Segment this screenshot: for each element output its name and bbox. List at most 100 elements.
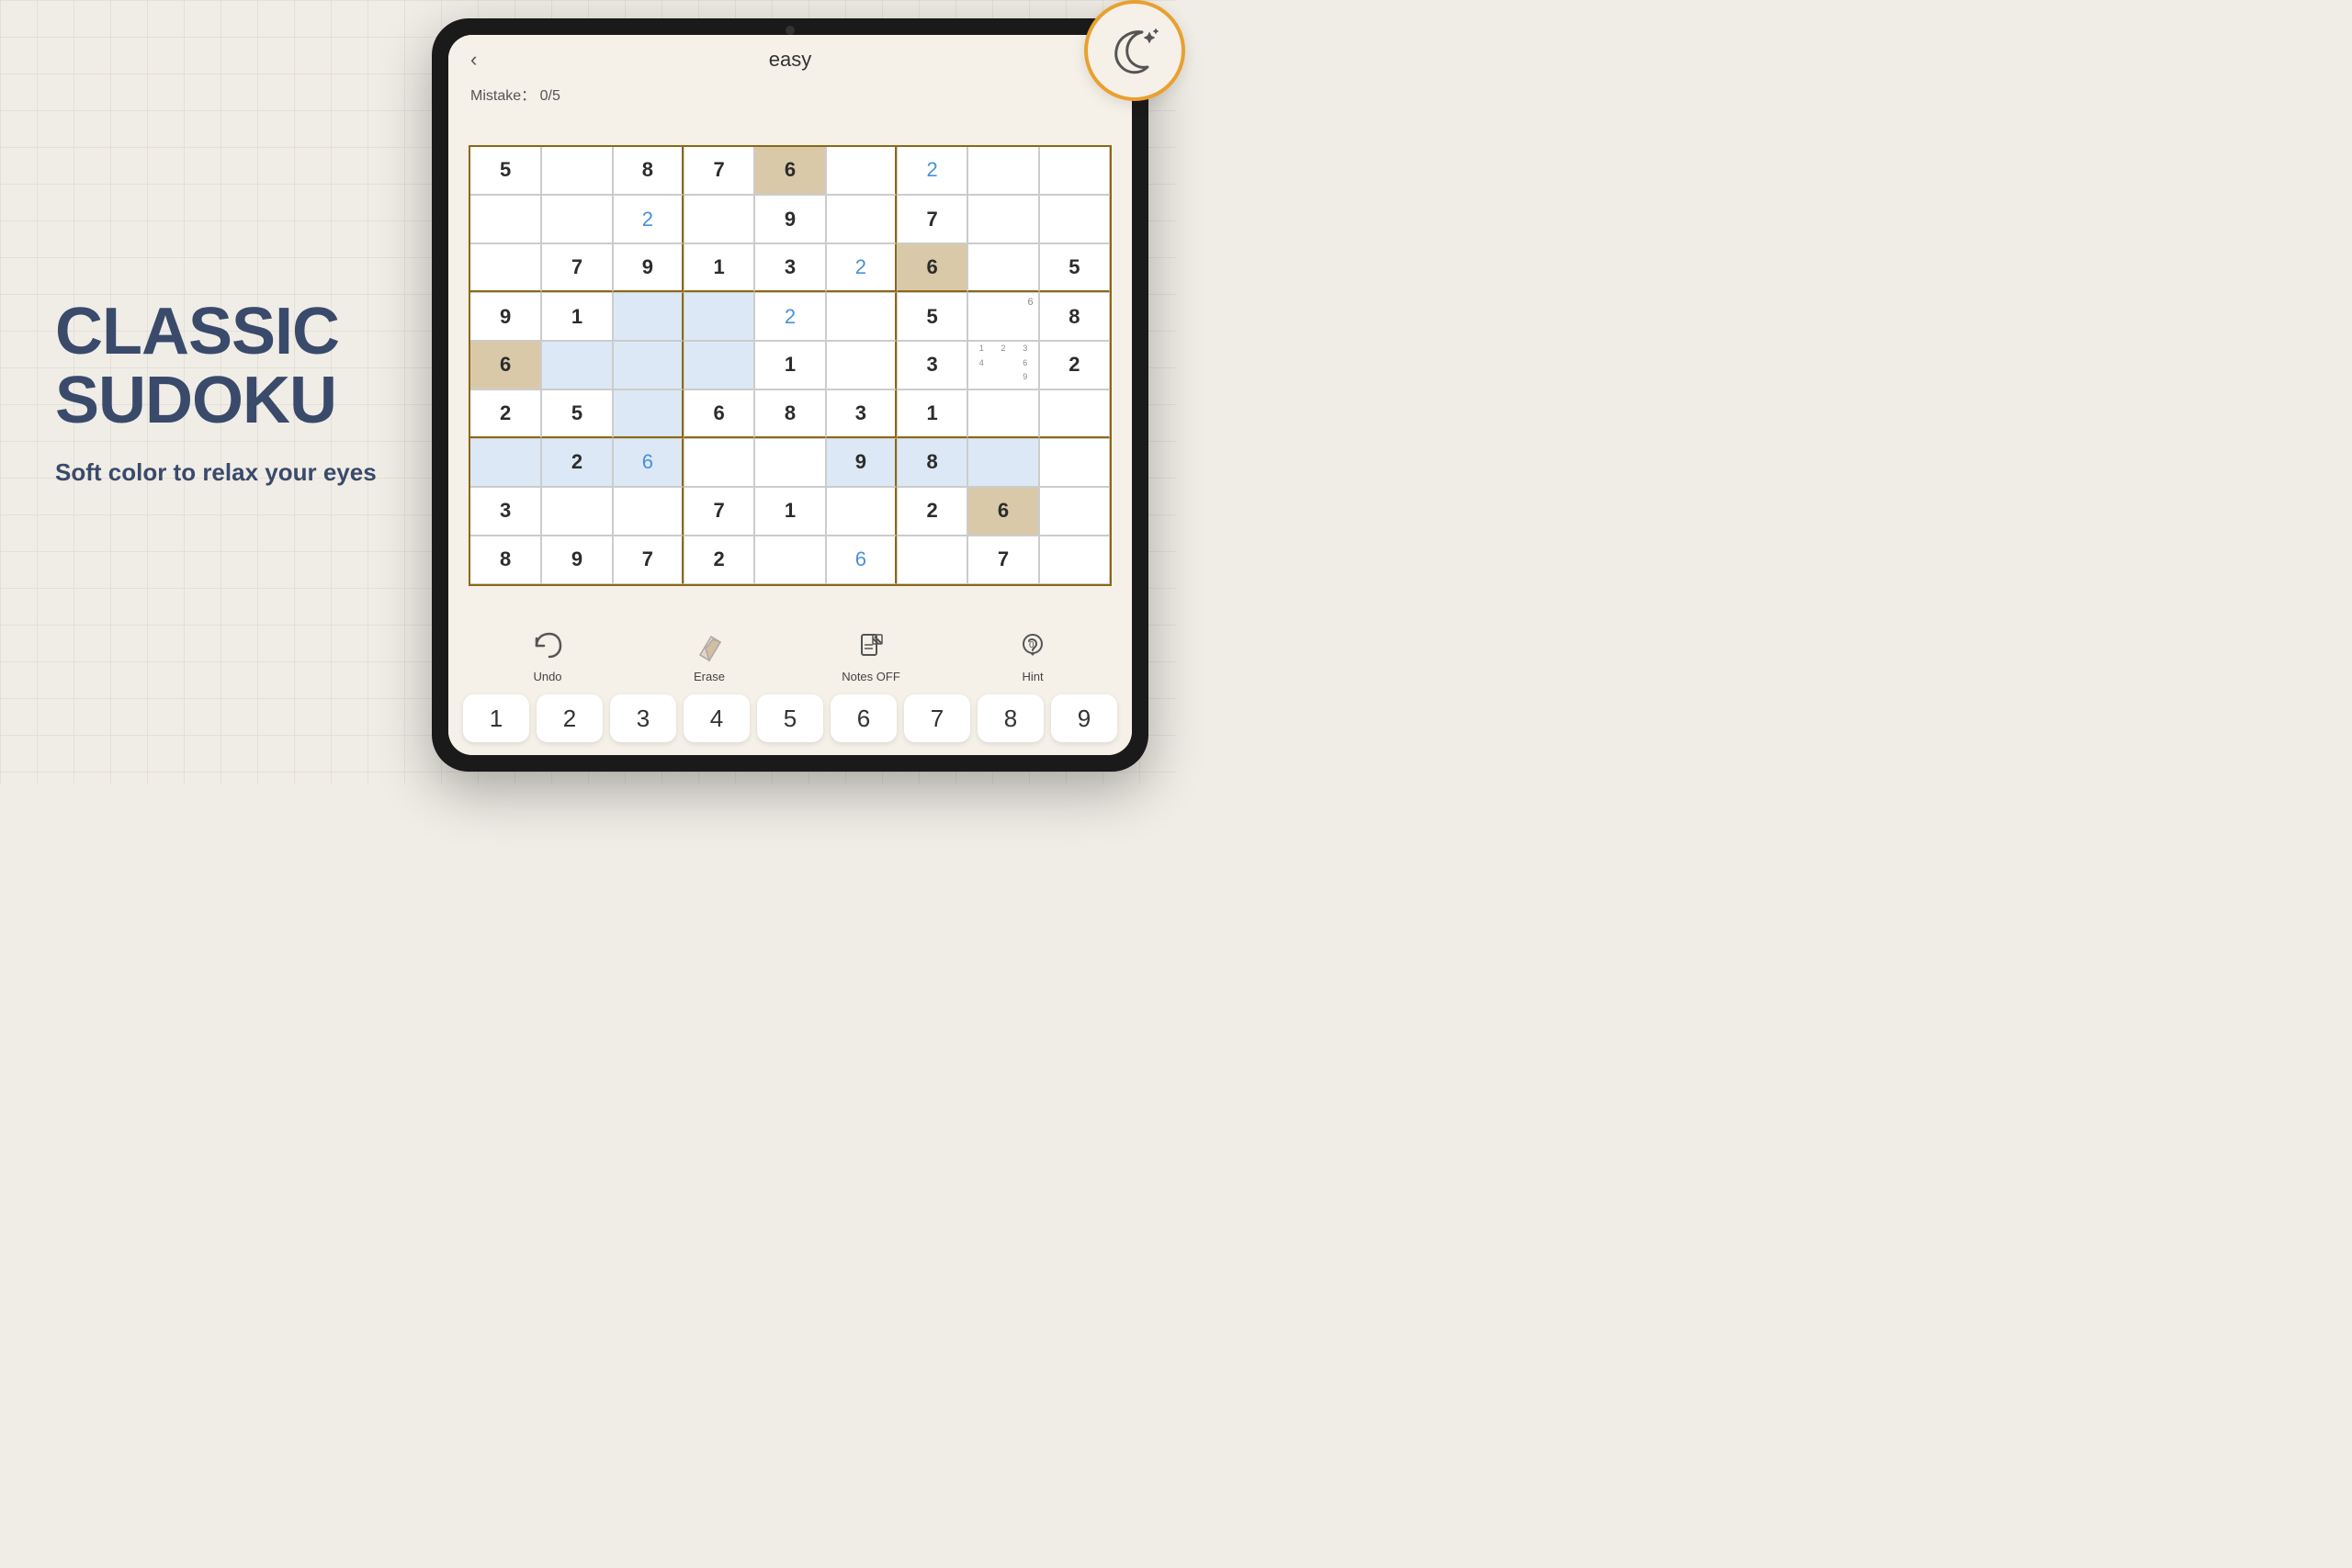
cell[interactable] — [684, 341, 754, 389]
cell[interactable]: 9 — [754, 195, 825, 243]
cell[interactable] — [1039, 487, 1110, 536]
left-content: CLASSIC SUDOKU Soft color to relax your … — [55, 297, 423, 486]
cell[interactable] — [613, 389, 684, 438]
cell[interactable]: 2 — [470, 389, 541, 438]
cell[interactable] — [541, 487, 612, 536]
cell[interactable]: 6 — [754, 147, 825, 196]
cell[interactable] — [826, 341, 897, 389]
cell[interactable] — [967, 195, 1038, 243]
num-btn-9[interactable]: 9 — [1051, 694, 1117, 742]
cell[interactable]: 2 — [1039, 341, 1110, 389]
cell[interactable] — [541, 341, 612, 389]
erase-button[interactable]: Erase — [673, 626, 746, 683]
num-btn-2[interactable]: 2 — [537, 694, 603, 742]
back-button[interactable]: ‹ — [470, 48, 477, 72]
cell[interactable]: 6 — [684, 389, 754, 438]
cell[interactable] — [541, 147, 612, 196]
cell[interactable]: 5 — [470, 147, 541, 196]
cell[interactable] — [826, 292, 897, 341]
cell[interactable]: 1 — [897, 389, 967, 438]
cell[interactable] — [684, 292, 754, 341]
cell[interactable]: 123 46 9 — [967, 341, 1038, 389]
cell[interactable] — [967, 389, 1038, 438]
cell[interactable]: 2 — [897, 487, 967, 536]
cell[interactable] — [684, 438, 754, 487]
cell[interactable] — [613, 487, 684, 536]
cell[interactable]: 7 — [613, 536, 684, 584]
num-btn-5[interactable]: 5 — [757, 694, 823, 742]
cell[interactable]: 6 — [613, 438, 684, 487]
cell[interactable]: 1 — [684, 243, 754, 292]
cell[interactable] — [826, 195, 897, 243]
num-btn-1[interactable]: 1 — [463, 694, 529, 742]
cell[interactable]: 9 — [613, 243, 684, 292]
cell[interactable]: 3 — [826, 389, 897, 438]
undo-button[interactable]: Undo — [511, 626, 584, 683]
cell[interactable]: 2 — [754, 292, 825, 341]
cell[interactable]: 6 — [897, 243, 967, 292]
cell[interactable]: 9 — [470, 292, 541, 341]
cell[interactable]: 5 — [1039, 243, 1110, 292]
cell[interactable]: 8 — [897, 438, 967, 487]
cell[interactable]: 3 — [754, 243, 825, 292]
cell[interactable]: 1 — [754, 341, 825, 389]
num-btn-7[interactable]: 7 — [904, 694, 970, 742]
cell[interactable]: 2 — [684, 536, 754, 584]
cell[interactable]: 6 — [967, 487, 1038, 536]
cell[interactable] — [470, 195, 541, 243]
cell[interactable] — [826, 487, 897, 536]
hint-button[interactable]: 0 Hint — [996, 626, 1069, 683]
cell[interactable]: 8 — [754, 389, 825, 438]
cell[interactable] — [897, 536, 967, 584]
cell[interactable]: 9 — [541, 536, 612, 584]
num-btn-6[interactable]: 6 — [831, 694, 897, 742]
cell[interactable] — [967, 243, 1038, 292]
cell[interactable]: 7 — [967, 536, 1038, 584]
num-btn-3[interactable]: 3 — [610, 694, 676, 742]
cell[interactable] — [967, 438, 1038, 487]
cell[interactable] — [470, 438, 541, 487]
cell[interactable]: 6 — [967, 292, 1038, 341]
cell[interactable]: 5 — [897, 292, 967, 341]
cell[interactable]: 7 — [541, 243, 612, 292]
cell[interactable] — [1039, 389, 1110, 438]
cell[interactable] — [1039, 438, 1110, 487]
cell[interactable]: 1 — [754, 487, 825, 536]
cell[interactable] — [684, 195, 754, 243]
cell[interactable]: 8 — [470, 536, 541, 584]
cell[interactable]: 8 — [613, 147, 684, 196]
mistake-label: Mistake： — [470, 88, 536, 104]
cell[interactable] — [1039, 147, 1110, 196]
cell[interactable] — [541, 195, 612, 243]
cell[interactable] — [754, 438, 825, 487]
cell[interactable] — [1039, 195, 1110, 243]
cell[interactable]: 7 — [684, 487, 754, 536]
cell[interactable]: 2 — [897, 147, 967, 196]
night-mode-button[interactable] — [1084, 0, 1185, 101]
cell[interactable]: 2 — [826, 243, 897, 292]
cell[interactable] — [470, 243, 541, 292]
cell[interactable]: 3 — [897, 341, 967, 389]
cell[interactable]: 9 — [826, 438, 897, 487]
cell[interactable] — [613, 292, 684, 341]
cell[interactable]: 6 — [470, 341, 541, 389]
cell[interactable] — [967, 147, 1038, 196]
num-btn-8[interactable]: 8 — [978, 694, 1044, 742]
cell[interactable] — [1039, 536, 1110, 584]
sudoku-grid[interactable]: 587622977913265912568613 123 46 9 225683… — [469, 145, 1112, 586]
cell[interactable]: 2 — [613, 195, 684, 243]
hint-label: Hint — [1022, 670, 1043, 683]
cell[interactable]: 2 — [541, 438, 612, 487]
num-btn-4[interactable]: 4 — [684, 694, 750, 742]
cell[interactable]: 7 — [684, 147, 754, 196]
cell[interactable] — [826, 147, 897, 196]
cell[interactable]: 6 — [826, 536, 897, 584]
cell[interactable]: 1 — [541, 292, 612, 341]
cell[interactable]: 8 — [1039, 292, 1110, 341]
cell[interactable]: 3 — [470, 487, 541, 536]
cell[interactable]: 7 — [897, 195, 967, 243]
cell[interactable] — [754, 536, 825, 584]
cell[interactable] — [613, 341, 684, 389]
cell[interactable]: 5 — [541, 389, 612, 438]
notes-button[interactable]: Notes OFF — [834, 626, 908, 683]
